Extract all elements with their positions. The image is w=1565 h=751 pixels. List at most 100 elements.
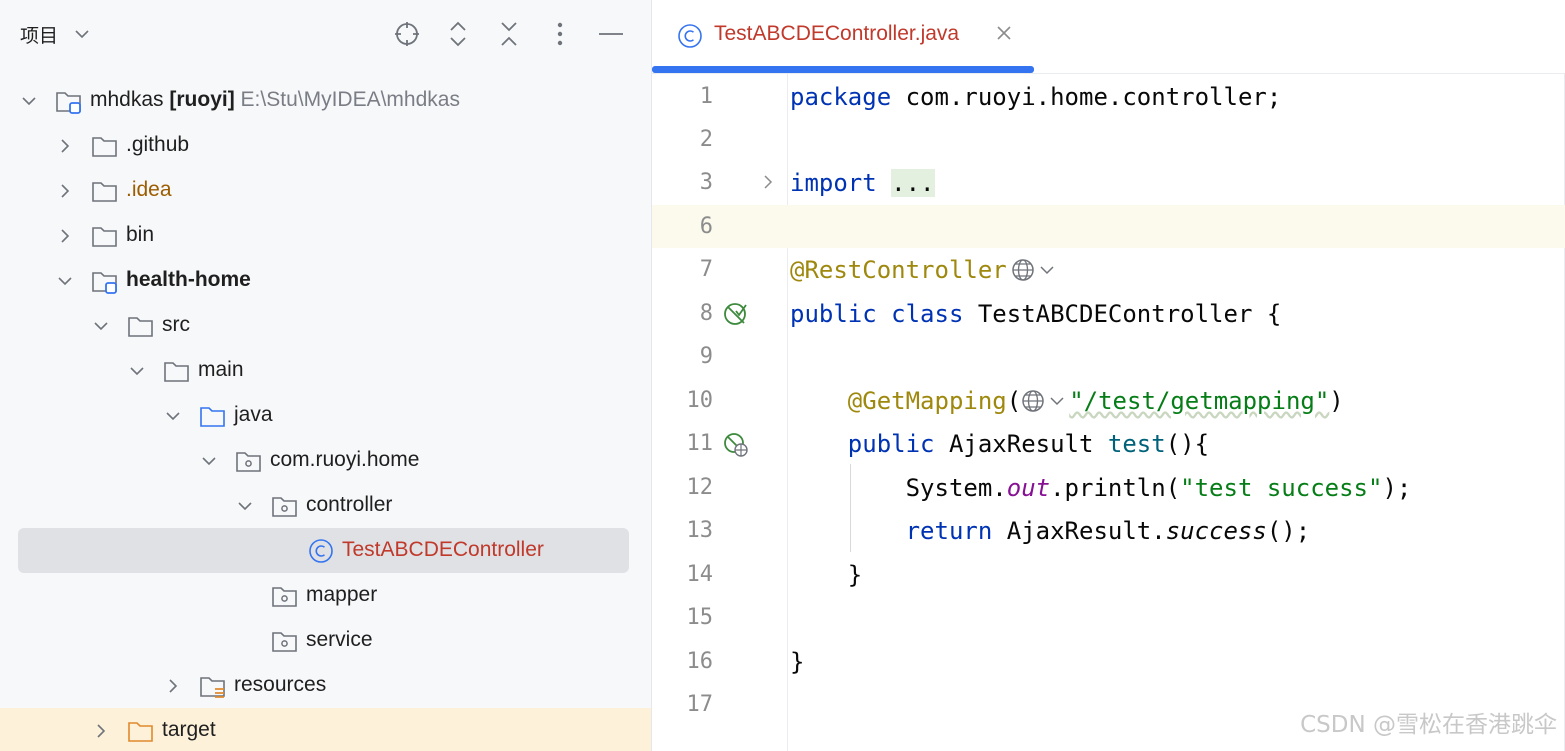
code-line[interactable]: 8 public class TestABCDEController {	[652, 292, 1565, 335]
line-number[interactable]: 17	[652, 692, 714, 718]
tree-item-mhdkas[interactable]: mhdkas [ruoyi] E:\Stu\MyIDEA\mhdkas	[0, 78, 651, 123]
collapse-all-icon[interactable]	[493, 18, 525, 50]
chevron-down-icon[interactable]	[92, 317, 110, 335]
tree-item-idea[interactable]: .idea	[0, 168, 651, 213]
code-line[interactable]: 10 @GetMapping("/test/getmapping")	[652, 379, 1565, 422]
line-number[interactable]: 10	[652, 388, 714, 414]
spring-bean-gutter-icon[interactable]	[722, 301, 752, 329]
tree-item-src[interactable]: src	[0, 303, 651, 348]
chevron-right-icon[interactable]	[56, 137, 74, 155]
tree-item-java[interactable]: java	[0, 393, 651, 438]
code-line[interactable]: 3 import ...	[652, 161, 1565, 204]
line-number[interactable]: 3	[652, 170, 713, 196]
tree-item-controller[interactable]: controller	[0, 483, 651, 528]
expand-all-icon[interactable]	[442, 18, 474, 50]
code-line-current[interactable]: 6	[652, 205, 1565, 248]
chevron-down-icon[interactable]	[236, 497, 254, 515]
code-line[interactable]: 12 System.out.println("test success");	[652, 466, 1565, 509]
line-number[interactable]: 9	[652, 344, 713, 370]
code-text[interactable]: import ...	[790, 169, 935, 197]
web-endpoint-icon[interactable]	[1011, 258, 1059, 282]
web-endpoint-icon[interactable]	[1021, 389, 1069, 413]
tree-item-label: bin	[126, 223, 155, 246]
source-folder-icon	[200, 407, 225, 427]
locate-icon[interactable]	[391, 18, 423, 50]
code-line[interactable]: 1 package com.ruoyi.home.controller;	[652, 75, 1565, 118]
code-text[interactable]: return AjaxResult.success();	[790, 517, 1311, 545]
line-number[interactable]: 13	[652, 518, 714, 544]
tree-item-label: .idea	[126, 178, 172, 201]
tree-item-mapper[interactable]: mapper	[0, 573, 651, 618]
code-text[interactable]: }	[790, 648, 804, 676]
line-number[interactable]: 8	[652, 301, 713, 327]
class-icon	[309, 539, 333, 563]
chevron-down-icon[interactable]	[200, 452, 218, 470]
chevron-down-icon[interactable]	[164, 407, 182, 425]
code-line[interactable]: 14 }	[652, 553, 1565, 596]
tree-item-main[interactable]: main	[0, 348, 651, 393]
folder-icon	[92, 137, 117, 157]
chevron-right-icon[interactable]	[92, 722, 110, 740]
active-tab-indicator	[652, 66, 1034, 73]
line-number[interactable]: 15	[652, 605, 714, 631]
tree-item-health-home[interactable]: health-home	[0, 258, 651, 303]
tree-item-label: service	[306, 628, 373, 651]
code-token: import	[790, 169, 877, 197]
tree-item-com-ruoyi-home[interactable]: com.ruoyi.home	[0, 438, 651, 483]
code-text[interactable]: public class TestABCDEController {	[790, 300, 1281, 328]
tree-item-bin[interactable]: bin	[0, 213, 651, 258]
project-panel: 项目 mhdkas [ruoyi] E:\Stu\MyIDEA\mhdkas .…	[0, 0, 652, 751]
code-line[interactable]: 15	[652, 596, 1565, 639]
tree-item-testabcdecontroller[interactable]: TestABCDEController	[0, 528, 651, 573]
line-number[interactable]: 1	[652, 84, 713, 110]
code-token: return	[905, 517, 993, 545]
code-line[interactable]: 7 @RestController	[652, 248, 1565, 291]
code-line[interactable]: 16 }	[652, 640, 1565, 683]
code-text[interactable]: System.out.println("test success");	[790, 474, 1412, 502]
code-text[interactable]: package com.ruoyi.home.controller;	[790, 83, 1281, 111]
editor-tab[interactable]: TestABCDEController.java	[652, 0, 1034, 73]
line-number[interactable]: 14	[652, 562, 714, 588]
code-text[interactable]: }	[790, 561, 862, 589]
code-token: (){	[1165, 430, 1210, 458]
chevron-down-icon[interactable]	[128, 362, 146, 380]
code-token: package	[790, 83, 892, 111]
tree-item-target[interactable]: target	[0, 708, 651, 751]
folded-imports[interactable]: ...	[891, 169, 935, 197]
folder-icon	[92, 227, 117, 247]
tree-item-service[interactable]: service	[0, 618, 651, 663]
expand-fold-icon[interactable]	[760, 174, 776, 190]
code-text[interactable]: @GetMapping("/test/getmapping")	[790, 387, 1344, 415]
line-number[interactable]: 12	[652, 475, 714, 501]
line-number[interactable]: 16	[652, 649, 714, 675]
chevron-right-icon[interactable]	[164, 677, 182, 695]
chevron-down-icon[interactable]	[56, 272, 74, 290]
more-options-icon[interactable]	[544, 18, 576, 50]
endpoint-gutter-icon[interactable]	[722, 431, 752, 459]
line-number[interactable]: 11	[652, 431, 714, 457]
code-line[interactable]: 2	[652, 118, 1565, 161]
chevron-down-icon[interactable]	[74, 26, 90, 42]
code-line[interactable]: 13 return AjaxResult.success();	[652, 509, 1565, 552]
tree-item-resources[interactable]: resources	[0, 663, 651, 708]
tree-item-label: mapper	[306, 583, 378, 606]
project-panel-title[interactable]: 项目	[20, 21, 58, 48]
tree-item-github[interactable]: .github	[0, 123, 651, 168]
tree-item-label: .github	[126, 133, 190, 156]
code-line[interactable]: 9	[652, 335, 1565, 378]
chevron-right-icon[interactable]	[56, 182, 74, 200]
code-text[interactable]: @RestController	[790, 256, 1059, 284]
minimize-icon[interactable]	[595, 18, 627, 50]
line-number[interactable]: 2	[652, 127, 713, 153]
code-line[interactable]: 11 public AjaxResult test(){	[652, 422, 1565, 465]
line-number[interactable]: 6	[652, 214, 713, 240]
module-folder-icon	[56, 92, 81, 114]
code-text[interactable]: public AjaxResult test(){	[790, 430, 1209, 458]
chevron-right-icon[interactable]	[56, 227, 74, 245]
code-token: System.	[905, 474, 1007, 502]
folder-icon	[164, 362, 189, 382]
chevron-down-icon[interactable]	[20, 92, 38, 110]
tree-item-label: src	[162, 313, 190, 336]
line-number[interactable]: 7	[652, 257, 713, 283]
close-icon[interactable]	[995, 24, 1013, 42]
